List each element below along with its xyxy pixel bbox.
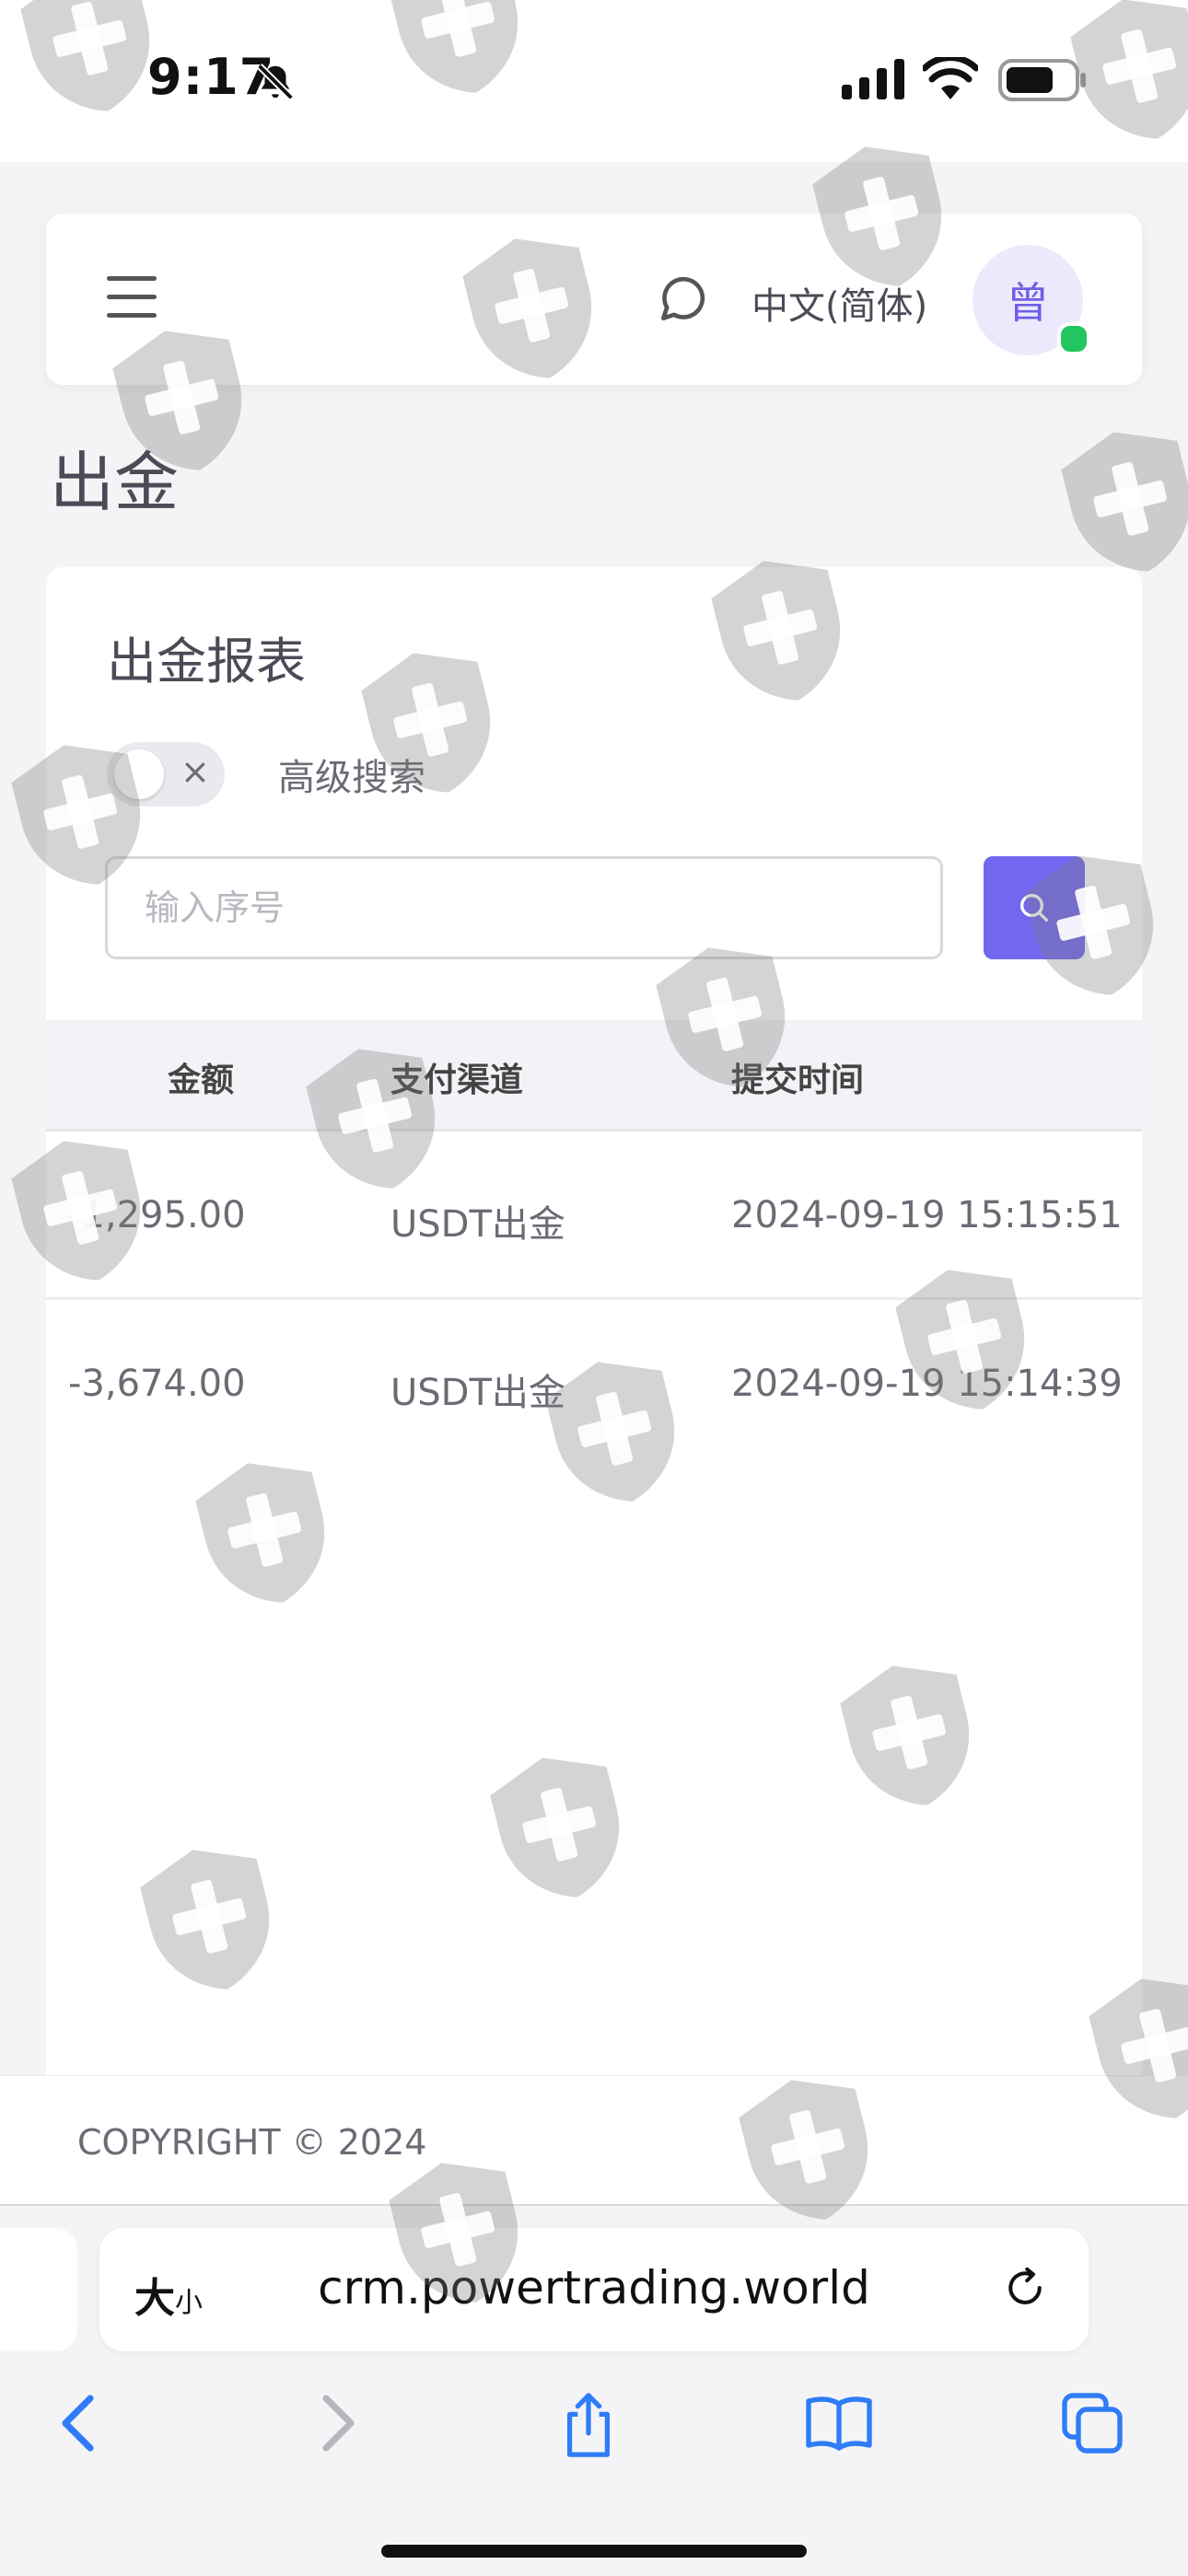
- page-footer: COPYRIGHT © 2024: [0, 2075, 1188, 2205]
- previous-tab-preview[interactable]: [0, 2228, 77, 2351]
- forward-icon[interactable]: [315, 2390, 359, 2456]
- cell-channel: USDT出金: [390, 1203, 565, 1246]
- search-icon: [1020, 894, 1048, 922]
- column-header-time[interactable]: 提交时间: [731, 1053, 864, 1101]
- chat-icon[interactable]: [654, 271, 711, 328]
- page-title: 出金: [50, 445, 179, 520]
- top-navbar: 中文(简体) 曾: [46, 214, 1142, 385]
- toggle-knob: [114, 749, 164, 799]
- close-icon: ×: [181, 751, 210, 792]
- cell-time: 2024-09-19 15:14:39: [731, 1363, 1123, 1405]
- home-indicator: [381, 2545, 807, 2558]
- share-icon[interactable]: [556, 2390, 621, 2460]
- address-bar[interactable]: 大小 crm.powertrading.world: [99, 2228, 1089, 2351]
- back-icon[interactable]: [57, 2390, 101, 2456]
- table-row[interactable]: -1,295.00 USDT出金 2024-09-19 15:15:51: [46, 1131, 1142, 1300]
- withdrawal-report-card: 出金报表 × 高级搜索 金额 支付渠道 提交时间 -1,295.00 USDT出…: [46, 567, 1142, 2077]
- advanced-search-label: 高级搜索: [278, 757, 425, 799]
- wifi-icon: [923, 57, 978, 99]
- cell-amount: -1,295.00: [68, 1194, 246, 1236]
- cell-channel: USDT出金: [390, 1372, 565, 1414]
- advanced-search-toggle[interactable]: ×: [107, 742, 225, 806]
- battery-icon: [998, 59, 1086, 101]
- language-selector[interactable]: 中文(简体): [751, 276, 927, 330]
- table-row[interactable]: -3,674.00 USDT出金 2024-09-19 15:14:39: [46, 1300, 1142, 1466]
- serial-number-input[interactable]: [105, 856, 943, 959]
- browser-toolbar: 大小 crm.powertrading.world: [0, 2204, 1188, 2576]
- reload-icon[interactable]: [1000, 2263, 1050, 2313]
- url-text: crm.powertrading.world: [318, 2261, 870, 2315]
- column-header-amount[interactable]: 金额: [168, 1053, 234, 1101]
- cell-time: 2024-09-19 15:15:51: [731, 1194, 1123, 1236]
- search-button[interactable]: [984, 856, 1085, 959]
- signal-icon: [842, 59, 904, 99]
- status-bar: 9:17: [0, 0, 1188, 162]
- online-status-dot: [1057, 322, 1090, 355]
- bookmarks-icon[interactable]: [803, 2390, 875, 2456]
- cell-amount: -3,674.00: [68, 1363, 246, 1405]
- copyright-text: COPYRIGHT © 2024: [77, 2122, 427, 2163]
- column-header-channel[interactable]: 支付渠道: [390, 1053, 523, 1101]
- bell-slash-icon: [257, 64, 294, 100]
- menu-icon[interactable]: [107, 276, 157, 322]
- card-title: 出金报表: [107, 632, 306, 690]
- tabs-icon[interactable]: [1059, 2390, 1125, 2456]
- table-header: 金额 支付渠道 提交时间: [46, 1020, 1142, 1131]
